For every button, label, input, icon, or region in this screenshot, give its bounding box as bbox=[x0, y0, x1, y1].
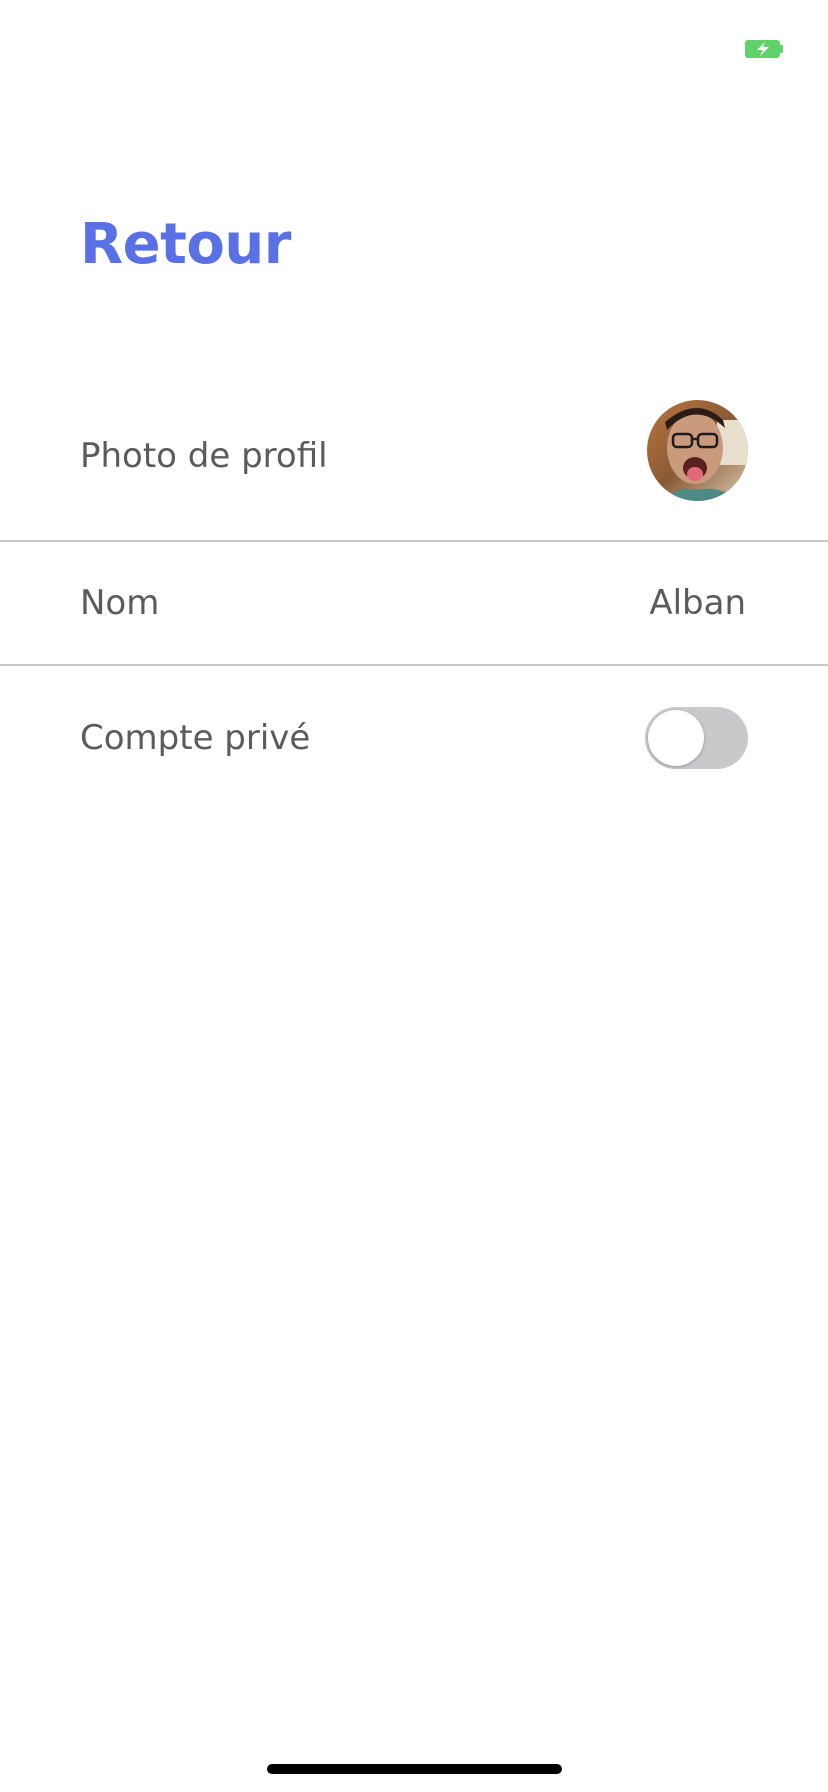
profile-photo-row[interactable]: Photo de profil bbox=[0, 380, 828, 541]
profile-settings-screen: Retour Photo de profil Nom Alban Compte … bbox=[0, 0, 828, 1792]
back-button[interactable]: Retour bbox=[80, 205, 291, 285]
toggle-knob bbox=[648, 710, 704, 766]
name-value[interactable]: Alban bbox=[649, 573, 746, 633]
name-label: Nom bbox=[80, 583, 160, 623]
profile-photo-label: Photo de profil bbox=[80, 436, 328, 476]
avatar[interactable] bbox=[647, 400, 748, 501]
private-account-row: Compte privé bbox=[0, 666, 828, 806]
status-bar bbox=[0, 0, 828, 100]
battery-charging-icon bbox=[745, 40, 783, 58]
avatar-photo-image bbox=[647, 400, 748, 501]
name-row[interactable]: Nom Alban bbox=[0, 542, 828, 664]
private-account-label: Compte privé bbox=[80, 718, 311, 758]
home-indicator[interactable] bbox=[267, 1764, 562, 1774]
private-account-toggle[interactable] bbox=[645, 707, 748, 769]
